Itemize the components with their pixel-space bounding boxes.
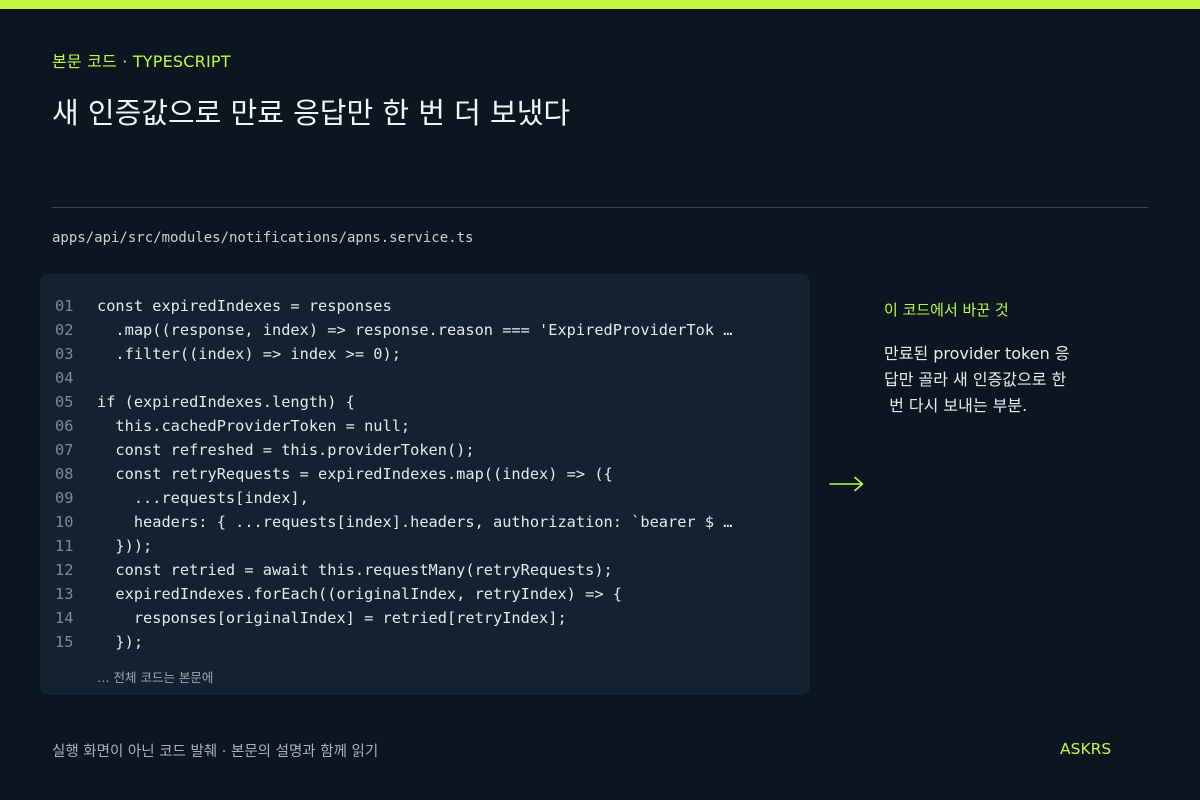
code-line: 13 expiredIndexes.forEach((originalIndex… — [40, 582, 810, 606]
line-code: .filter((index) => index >= 0); — [97, 345, 401, 363]
line-code: this.cachedProviderToken = null; — [97, 417, 411, 435]
note-body: 만료된 provider token 응답만 골라 새 인증값으로 한 번 다시… — [884, 341, 1084, 419]
line-code: })); — [97, 537, 153, 555]
code-line: 01 const expiredIndexes = responses — [40, 294, 810, 318]
line-number: 04 — [55, 369, 74, 387]
code-line: 10 headers: { ...requests[index].headers… — [40, 510, 810, 534]
line-code: const retried = await this.requestMany(r… — [97, 561, 613, 579]
line-code: headers: { ...requests[index].headers, a… — [97, 513, 733, 531]
line-number: 06 — [55, 417, 74, 435]
code-line: 06 this.cachedProviderToken = null; — [40, 414, 810, 438]
file-path: apps/api/src/modules/notifications/apns.… — [52, 230, 474, 246]
line-code: }); — [97, 633, 144, 651]
code-line: 08 const retryRequests = expiredIndexes.… — [40, 462, 810, 486]
line-number: 02 — [55, 321, 74, 339]
code-panel: 01 const expiredIndexes = responses 02 .ma… — [40, 274, 810, 695]
code-line: 04 — [40, 366, 810, 390]
arrow-right-icon — [829, 476, 864, 492]
line-number: 07 — [55, 441, 74, 459]
line-code: const retryRequests = expiredIndexes.map… — [97, 465, 613, 483]
line-number: 08 — [55, 465, 74, 483]
note-body-line: 만료된 provider token 응 — [884, 344, 1070, 363]
line-code: ...requests[index], — [97, 489, 309, 507]
line-number: 10 — [55, 513, 74, 531]
section-eyebrow: 본문 코드 · TYPESCRIPT — [52, 52, 231, 71]
accent-top-bar — [0, 0, 1200, 9]
line-number: 01 — [55, 297, 74, 315]
line-code: const expiredIndexes = responses — [97, 297, 392, 315]
code-line: 07 const refreshed = this.providerToken(… — [40, 438, 810, 462]
footer-caption: 실행 화면이 아닌 코드 발췌 · 본문의 설명과 함께 읽기 — [52, 744, 379, 760]
line-code: if (expiredIndexes.length) { — [97, 393, 355, 411]
line-number: 13 — [55, 585, 74, 603]
line-code: .map((response, index) => response.reaso… — [97, 321, 733, 339]
line-number: 12 — [55, 561, 74, 579]
code-line: 09 ...requests[index], — [40, 486, 810, 510]
line-code: const refreshed = this.providerToken(); — [97, 441, 475, 459]
line-code: expiredIndexes.forEach((originalIndex, r… — [97, 585, 622, 603]
note-body-line: 답만 골라 새 인증값으로 한 — [884, 370, 1067, 389]
code-line: 05 if (expiredIndexes.length) { — [40, 390, 810, 414]
line-code: responses[originalIndex] = retried[retry… — [97, 609, 567, 627]
code-line: 12 const retried = await this.requestMan… — [40, 558, 810, 582]
brand-logo: ASKRS — [1060, 740, 1112, 758]
code-footnote: … 전체 코드는 본문에 — [97, 670, 214, 685]
code-line: 14 responses[originalIndex] = retried[re… — [40, 606, 810, 630]
code-lines: 01 const expiredIndexes = responses 02 .ma… — [40, 294, 810, 654]
line-number: 15 — [55, 633, 74, 651]
line-number: 09 — [55, 489, 74, 507]
code-line: 15 }); — [40, 630, 810, 654]
line-number: 11 — [55, 537, 74, 555]
note-title: 이 코드에서 바꾼 것 — [884, 301, 1009, 319]
line-number: 14 — [55, 609, 74, 627]
header-divider — [52, 207, 1148, 208]
page-title: 새 인증값으로 만료 응답만 한 번 더 보냈다 — [52, 96, 571, 130]
line-number: 03 — [55, 345, 74, 363]
code-line: 02 .map((response, index) => response.re… — [40, 318, 810, 342]
note-body-line: 번 다시 보내는 부분. — [884, 396, 1028, 415]
code-line: 11 })); — [40, 534, 810, 558]
line-number: 05 — [55, 393, 74, 411]
code-line: 03 .filter((index) => index >= 0); — [40, 342, 810, 366]
